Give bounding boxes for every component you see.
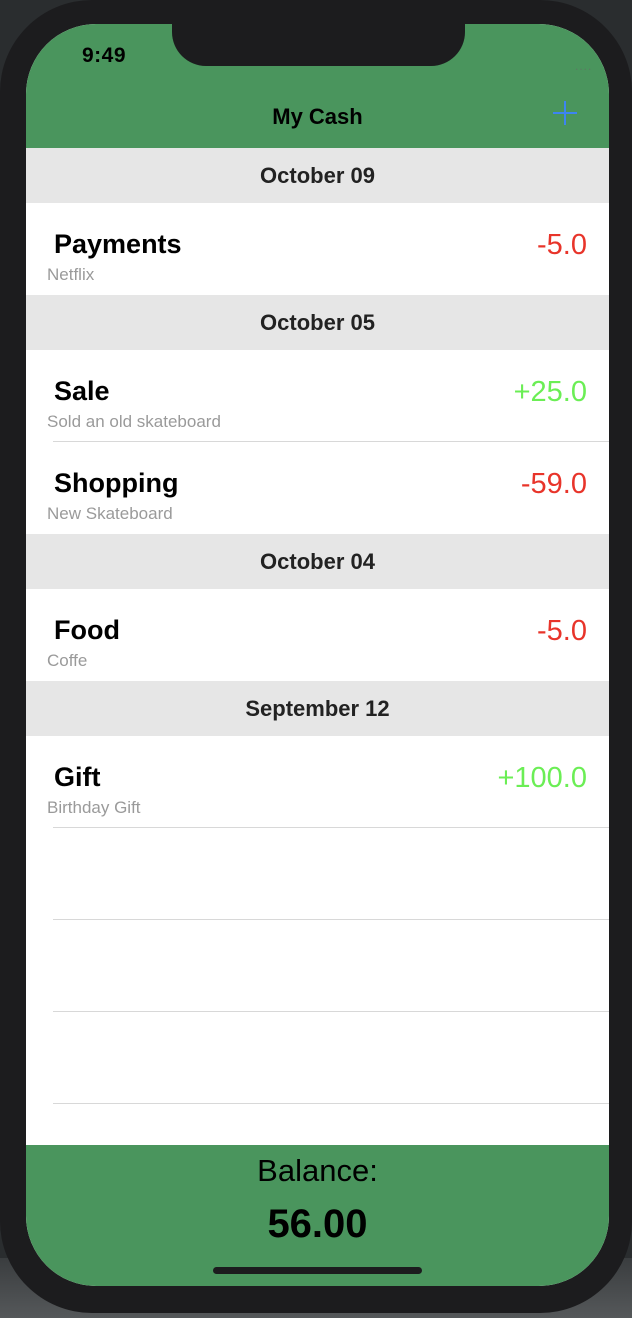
- row-separator: [53, 1011, 609, 1012]
- transaction-description: Birthday Gift: [47, 798, 141, 817]
- section-header: September 12: [26, 681, 609, 736]
- page-title: My Cash: [272, 104, 363, 129]
- transaction-row[interactable]: Shopping New Skateboard -59.0: [26, 442, 609, 534]
- row-separator: [53, 827, 609, 828]
- transaction-row[interactable]: Sale Sold an old skateboard +25.0: [26, 350, 609, 442]
- section-header: October 04: [26, 534, 609, 589]
- transaction-description: Sold an old skateboard: [47, 412, 221, 431]
- transaction-category: Payments: [54, 229, 182, 259]
- transaction-description: Netflix: [47, 265, 95, 284]
- transaction-row[interactable]: Gift Birthday Gift +100.0: [26, 736, 609, 828]
- section-header: October 09: [26, 148, 609, 203]
- transaction-amount: +100.0: [497, 762, 587, 794]
- transaction-category: Food: [54, 615, 120, 645]
- cellular-icon: ....: [575, 59, 593, 73]
- transaction-amount: -5.0: [537, 615, 587, 647]
- navigation-bar: 9:49 .... My Cash: [26, 24, 609, 148]
- balance-bar: Balance: 56.00: [26, 1145, 609, 1286]
- balance-label: Balance:: [257, 1153, 378, 1188]
- device-frame: 9:49 .... My Cash October 09 Payments Netf…: [0, 0, 632, 1313]
- transaction-category: Sale: [54, 376, 110, 406]
- transaction-category: Gift: [54, 762, 101, 792]
- transaction-row[interactable]: Payments Netflix -5.0: [26, 203, 609, 295]
- transaction-category: Shopping: [54, 468, 179, 498]
- balance-value: 56.00: [267, 1202, 368, 1246]
- add-transaction-button[interactable]: [551, 99, 579, 127]
- transaction-amount: -5.0: [537, 229, 587, 261]
- row-separator: [53, 919, 609, 920]
- transaction-description: New Skateboard: [47, 504, 173, 523]
- transaction-row[interactable]: Food Coffe -5.0: [26, 589, 609, 681]
- transaction-amount: +25.0: [513, 376, 587, 408]
- home-indicator[interactable]: [213, 1267, 422, 1274]
- app-screen: 9:49 .... My Cash October 09 Payments Netf…: [26, 24, 609, 1286]
- transaction-description: Coffe: [47, 651, 88, 670]
- section-header: October 05: [26, 295, 609, 350]
- row-separator: [53, 1103, 609, 1104]
- device-notch: [172, 24, 465, 66]
- transaction-amount: -59.0: [520, 468, 587, 500]
- status-time: 9:49: [82, 44, 127, 67]
